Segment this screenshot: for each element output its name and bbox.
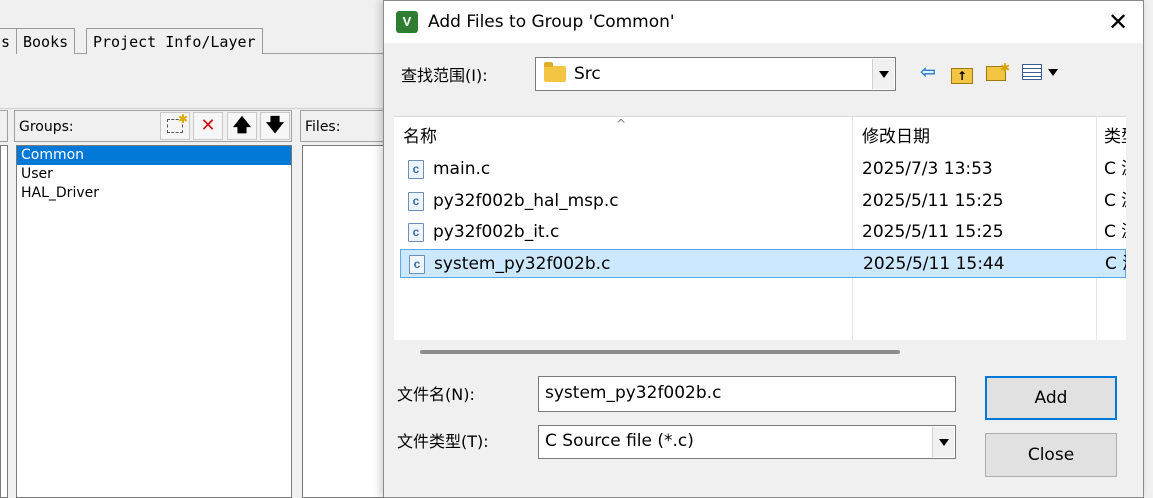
left-pane-list bbox=[0, 145, 8, 498]
column-header-type[interactable]: 类型 bbox=[1104, 125, 1126, 149]
filetype-label: 文件类型(T): bbox=[397, 432, 489, 451]
file-type: C 源 bbox=[1105, 254, 1126, 274]
column-header-date[interactable]: 修改日期 bbox=[862, 125, 930, 149]
tab-books[interactable]: Books bbox=[16, 28, 76, 54]
delete-group-button[interactable]: ✕ bbox=[193, 112, 223, 140]
dialog-titlebar: V Add Files to Group 'Common' ✕ bbox=[384, 1, 1143, 43]
new-group-button[interactable]: ✱ bbox=[160, 112, 190, 140]
chevron-down-icon[interactable] bbox=[932, 427, 954, 457]
file-row[interactable]: c py32f002b_it.c 2025/5/11 15:25 C 源 bbox=[400, 218, 1126, 247]
files-list bbox=[302, 145, 392, 498]
filetype-value: C Source file (*.c) bbox=[545, 431, 694, 451]
file-name: py32f002b_hal_msp.c bbox=[433, 191, 619, 211]
group-item-common[interactable]: Common bbox=[17, 146, 291, 165]
file-type: C 源 bbox=[1104, 222, 1126, 242]
view-menu-icon[interactable] bbox=[1018, 59, 1062, 85]
back-icon[interactable]: ⇦ bbox=[914, 59, 942, 85]
delete-icon: ✕ bbox=[200, 115, 216, 136]
left-pane-header bbox=[0, 110, 8, 142]
filetype-dropdown[interactable]: C Source file (*.c) bbox=[538, 425, 956, 459]
arrow-down-icon: 🡇 bbox=[265, 115, 285, 136]
c-file-icon: c bbox=[408, 160, 424, 179]
file-row-selected[interactable]: c system_py32f002b.c 2025/5/11 15:44 C 源 bbox=[400, 249, 1126, 278]
file-name: main.c bbox=[433, 159, 491, 179]
add-button[interactable]: Add bbox=[985, 376, 1117, 420]
arrow-up-icon: 🡅 bbox=[232, 115, 252, 136]
add-files-dialog: V Add Files to Group 'Common' ✕ 查找范围(I):… bbox=[383, 0, 1144, 498]
file-name: py32f002b_it.c bbox=[433, 222, 560, 242]
file-date: 2025/7/3 13:53 bbox=[862, 159, 993, 179]
group-item-hal-driver[interactable]: HAL_Driver bbox=[17, 184, 291, 203]
tab-functions[interactable]: s bbox=[0, 28, 18, 54]
c-file-icon: c bbox=[409, 255, 425, 274]
tab-project-info-layer[interactable]: Project Info/Layer bbox=[86, 28, 263, 54]
file-row[interactable]: c py32f002b_hal_msp.c 2025/5/11 15:25 C … bbox=[400, 187, 1126, 216]
toolbar-divider bbox=[0, 108, 400, 109]
groups-list: Common User HAL_Driver bbox=[16, 145, 292, 498]
look-in-value: Src bbox=[574, 64, 601, 84]
horizontal-scrollbar[interactable] bbox=[420, 350, 900, 354]
group-item-user[interactable]: User bbox=[17, 165, 291, 184]
files-label: Files: bbox=[305, 119, 341, 135]
project-tab-bar: s Books Project Info/Layer bbox=[0, 26, 400, 54]
c-file-icon: c bbox=[408, 192, 424, 211]
new-folder-icon[interactable]: ✱ bbox=[982, 59, 1010, 85]
new-group-icon: ✱ bbox=[167, 113, 188, 133]
file-date: 2025/5/11 15:44 bbox=[863, 254, 1005, 274]
move-up-button[interactable]: 🡅 bbox=[227, 112, 257, 140]
file-type: C 源 bbox=[1104, 159, 1126, 179]
filename-label: 文件名(N): bbox=[397, 385, 475, 404]
look-in-label: 查找范围(I): bbox=[401, 66, 488, 85]
groups-label: Groups: bbox=[19, 119, 74, 135]
look-in-dropdown[interactable]: Src bbox=[535, 57, 896, 91]
column-header-name[interactable]: 名称 bbox=[403, 125, 437, 149]
file-row[interactable]: c main.c 2025/7/3 13:53 C 源 bbox=[400, 155, 1126, 184]
folder-icon bbox=[544, 62, 566, 82]
close-button[interactable]: Close bbox=[985, 433, 1117, 477]
chevron-down-icon[interactable] bbox=[872, 59, 894, 89]
close-icon[interactable]: ✕ bbox=[1103, 7, 1133, 37]
file-type: C 源 bbox=[1104, 191, 1126, 211]
file-date: 2025/5/11 15:25 bbox=[862, 191, 1004, 211]
filename-input[interactable]: system_py32f002b.c bbox=[538, 376, 956, 412]
keil-app-icon: V bbox=[396, 11, 418, 33]
up-folder-icon[interactable]: ↑ bbox=[948, 59, 976, 85]
c-file-icon: c bbox=[408, 223, 424, 242]
move-down-button[interactable]: 🡇 bbox=[260, 112, 290, 140]
files-header: Files: bbox=[300, 110, 394, 142]
file-date: 2025/5/11 15:25 bbox=[862, 222, 1004, 242]
file-name: system_py32f002b.c bbox=[434, 254, 611, 274]
sort-caret-icon: ^ bbox=[616, 117, 627, 131]
file-list-view: ^ 名称 修改日期 类型 c main.c 2025/7/3 13:53 C 源… bbox=[394, 116, 1126, 340]
dialog-title: Add Files to Group 'Common' bbox=[428, 12, 675, 32]
